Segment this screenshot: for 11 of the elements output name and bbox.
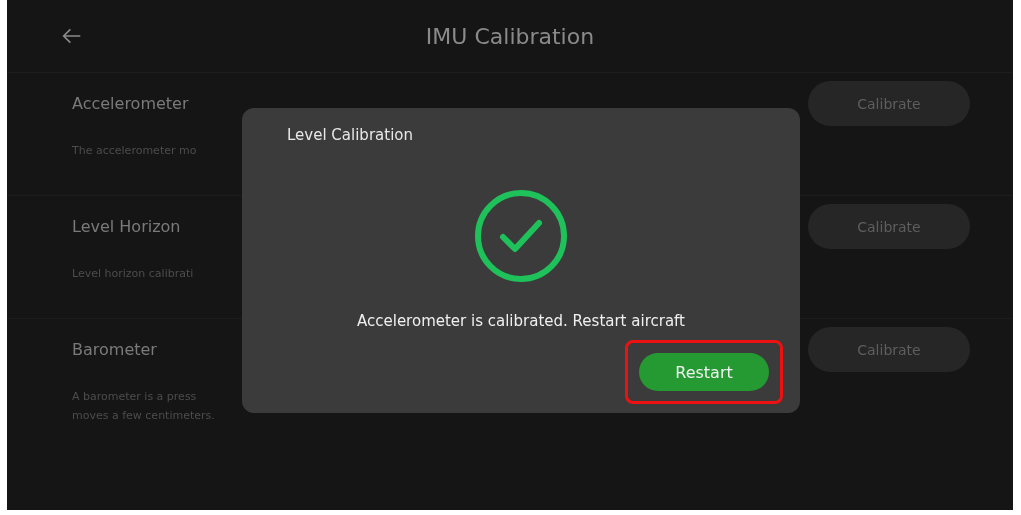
dialog-message: Accelerometer is calibrated. Restart aircraft bbox=[357, 312, 685, 330]
calibrate-button[interactable]: Calibrate bbox=[808, 204, 970, 249]
section-title: Accelerometer bbox=[72, 94, 189, 113]
restart-button[interactable]: Restart bbox=[639, 353, 769, 391]
calibrate-button[interactable]: Calibrate bbox=[808, 81, 970, 126]
section-title: Barometer bbox=[72, 340, 157, 359]
page-title: IMU Calibration bbox=[425, 23, 595, 49]
dialog-title: Level Calibration bbox=[287, 126, 413, 144]
section-title: Level Horizon bbox=[72, 217, 181, 236]
check-circle-icon bbox=[473, 188, 569, 284]
calibrate-button[interactable]: Calibrate bbox=[808, 327, 970, 372]
